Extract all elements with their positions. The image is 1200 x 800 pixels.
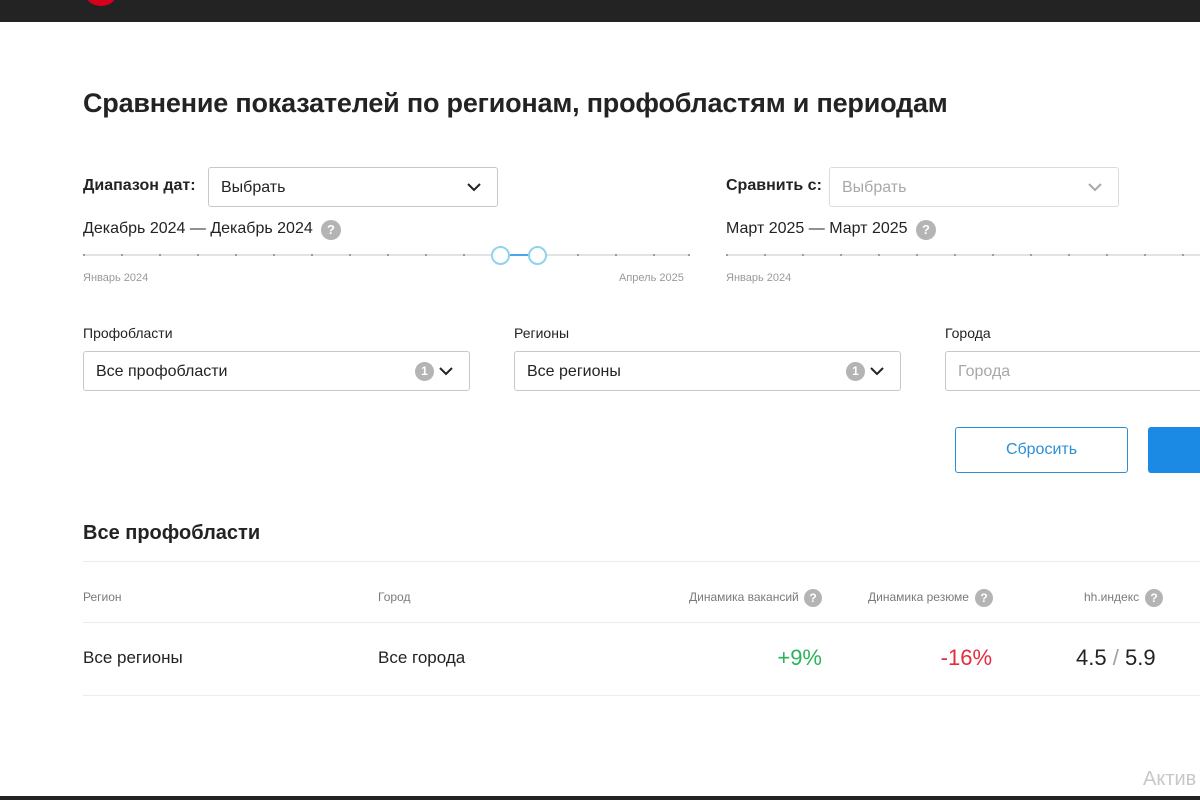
slider-end-handle[interactable] [528, 246, 547, 265]
cell-vacancies-dynamics: +9% [777, 645, 822, 670]
slider-tick [1144, 254, 1146, 256]
compare-slider-start-caption: Январь 2024 [726, 272, 792, 284]
hh-index-value-a: 4.5 [1076, 645, 1107, 670]
slider-tick [159, 254, 161, 256]
help-icon[interactable]: ? [1145, 589, 1163, 607]
date-range-select[interactable]: Выбрать [208, 167, 498, 207]
compare-range-text: Март 2025 — Март 2025 [726, 220, 908, 237]
help-icon[interactable]: ? [804, 589, 822, 607]
divider [83, 561, 1200, 562]
compare-select-placeholder: Выбрать [842, 179, 907, 196]
help-icon[interactable]: ? [321, 220, 341, 240]
hh-index-value-b: 5.9 [1124, 645, 1156, 670]
column-header-region: Регион [83, 590, 122, 604]
apply-button[interactable] [1148, 427, 1200, 473]
cities-input-placeholder: Города [958, 363, 1011, 380]
cell-region: Все регионы [83, 648, 183, 667]
column-header-vacancies: Динамика вакансий [689, 590, 799, 604]
cities-label: Города [945, 325, 991, 341]
chevron-down-icon [439, 367, 453, 376]
profareas-count-badge: 1 [415, 362, 434, 381]
slider-tick [916, 254, 918, 256]
reset-button[interactable]: Сбросить [955, 427, 1128, 473]
hh-logo[interactable] [86, 0, 116, 6]
chevron-down-icon [1088, 183, 1102, 192]
slider-tick [688, 254, 690, 256]
regions-label: Регионы [514, 325, 570, 341]
column-header-resumes: Динамика резюме [868, 590, 969, 604]
results-section-title: Все профобласти [83, 522, 261, 544]
profareas-select[interactable]: Все профобласти 1 [83, 351, 470, 391]
divider [83, 695, 1200, 696]
slider-tick [1068, 254, 1070, 256]
regions-select[interactable]: Все регионы 1 [514, 351, 901, 391]
cities-input[interactable]: Города [945, 351, 1200, 391]
slider-tick [197, 254, 199, 256]
column-header-hh-index: hh.индекс [1084, 590, 1140, 604]
date-range-select-value: Выбрать [221, 179, 286, 196]
activation-watermark: Актив [1143, 768, 1197, 790]
slider-tick [992, 254, 994, 256]
slider-tick [615, 254, 617, 256]
page-title: Сравнение показателей по регионам, профо… [83, 88, 948, 118]
slider-end-caption: Апрель 2025 [619, 272, 684, 284]
slider-tick [577, 254, 579, 256]
bottom-bar [0, 796, 1200, 800]
regions-count-badge: 1 [846, 362, 865, 381]
compare-slider[interactable] [726, 245, 1200, 265]
slider-tick [954, 254, 956, 256]
cell-city: Все города [378, 648, 466, 667]
slider-tick [387, 254, 389, 256]
slider-tick [463, 254, 465, 256]
date-range-text: Декабрь 2024 — Декабрь 2024 [83, 220, 313, 237]
slider-tick [1106, 254, 1108, 256]
profareas-label: Профобласти [83, 325, 173, 341]
chevron-down-icon [467, 183, 481, 192]
slider-tick [83, 254, 85, 256]
slider-tick [425, 254, 427, 256]
top-navigation-bar [0, 0, 1200, 22]
slider-tick [273, 254, 275, 256]
slider-tick [1182, 254, 1184, 256]
hh-index-separator: / [1112, 645, 1119, 670]
slider-track [726, 254, 1200, 256]
slider-tick [840, 254, 842, 256]
date-range-label: Диапазон дат: [83, 177, 196, 194]
compare-select[interactable]: Выбрать [829, 167, 1119, 207]
column-header-city: Город [378, 590, 411, 604]
compare-label: Сравнить с: [726, 177, 822, 194]
slider-tick [653, 254, 655, 256]
slider-tick [311, 254, 313, 256]
slider-tick [878, 254, 880, 256]
slider-tick [1030, 254, 1032, 256]
slider-tick [764, 254, 766, 256]
slider-tick [802, 254, 804, 256]
slider-start-handle[interactable] [491, 246, 510, 265]
help-icon[interactable]: ? [975, 589, 993, 607]
cell-hh-index: 4.5 / 5.9 [1076, 645, 1156, 671]
slider-tick [235, 254, 237, 256]
slider-tick [349, 254, 351, 256]
regions-select-value: Все регионы [527, 363, 621, 380]
cell-resumes-dynamics: -16% [940, 645, 992, 670]
date-range-slider[interactable] [83, 245, 690, 265]
help-icon[interactable]: ? [916, 220, 936, 240]
profareas-select-value: Все профобласти [96, 363, 228, 380]
slider-tick [121, 254, 123, 256]
slider-start-caption: Январь 2024 [83, 272, 149, 284]
divider [83, 622, 1200, 623]
slider-tick [726, 254, 728, 256]
chevron-down-icon [870, 367, 884, 376]
